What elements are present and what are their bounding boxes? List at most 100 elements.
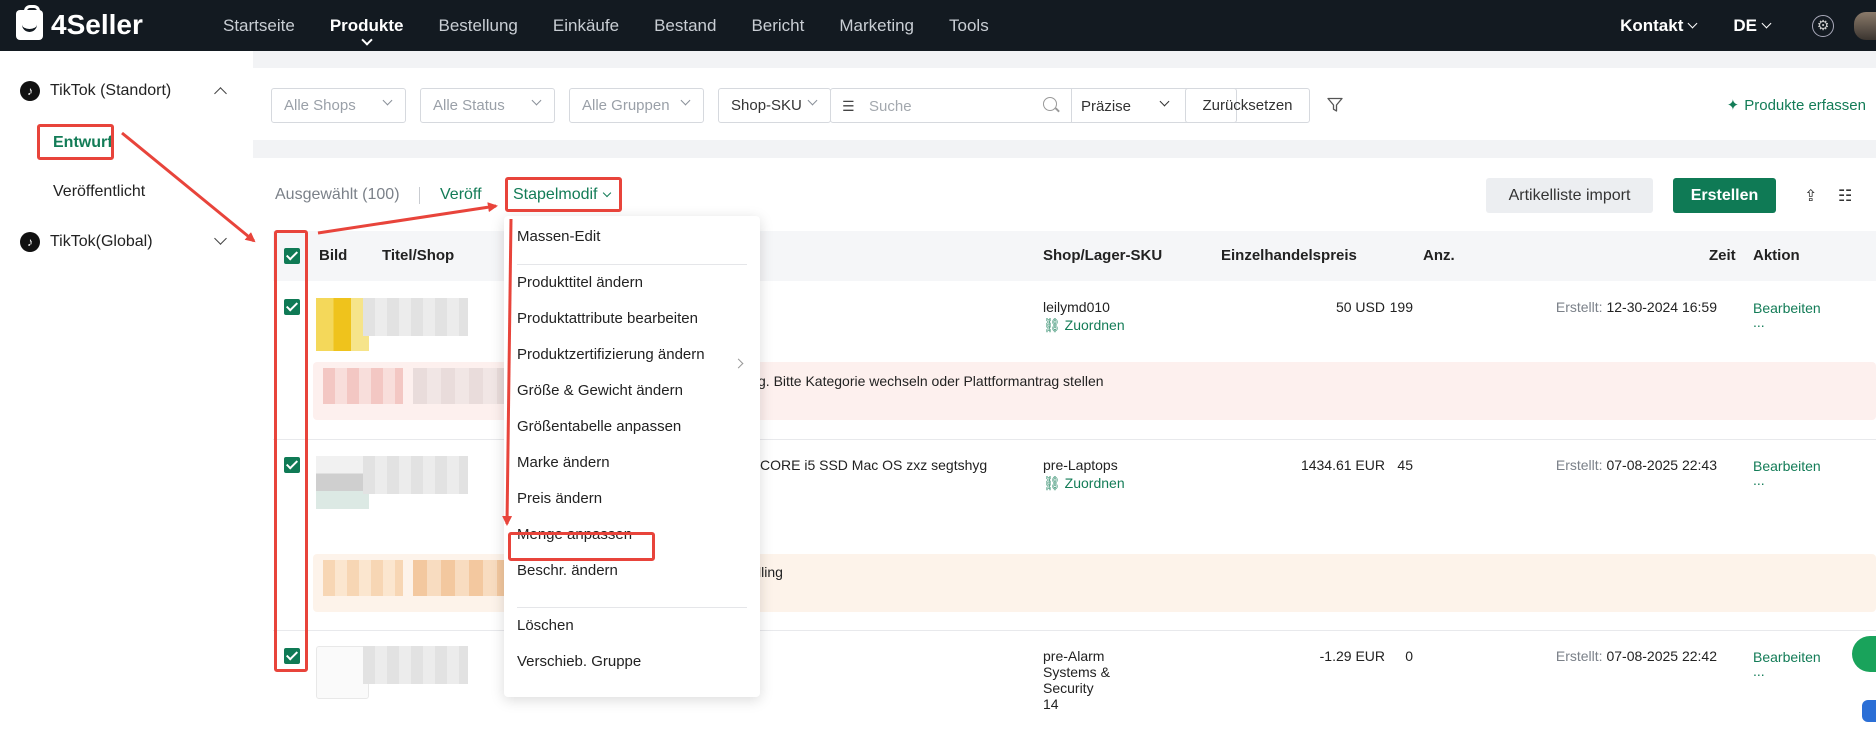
shop-select[interactable]: Alle Shops [271, 88, 406, 123]
create-button[interactable]: Erstellen [1673, 178, 1776, 213]
product-panel: Ausgewählt (100) Veröff Stapelmodif Arti… [253, 158, 1876, 729]
row-sku: leilymd010 [1043, 299, 1110, 315]
sidebar-item-veroeffentlicht[interactable]: Veröffentlicht [53, 183, 145, 201]
group-select[interactable]: Alle Gruppen [569, 88, 704, 123]
menu-item-product-title[interactable]: Produkttitel ändern [517, 274, 643, 291]
sidebar-group-label: TikTok (Standort) [50, 82, 172, 99]
import-button[interactable]: Artikelliste import [1486, 178, 1653, 213]
created-label: Erstellt: [1555, 299, 1603, 315]
status-select-value: Alle Status [433, 97, 505, 114]
language-label: DE [1733, 15, 1757, 35]
toolbar-divider [419, 187, 420, 204]
assistant-icon[interactable] [1862, 700, 1876, 722]
product-thumbnail [316, 298, 369, 351]
more-actions[interactable]: ... [1753, 314, 1765, 330]
avatar[interactable] [1854, 11, 1876, 40]
sku-line: pre-Alarm [1043, 648, 1105, 664]
chevron-up-icon [214, 87, 227, 100]
product-thumbnail [316, 646, 369, 699]
tiktok-icon: ♪ [20, 81, 40, 101]
capture-products-button[interactable]: ✦ Produkte erfassen [1726, 96, 1866, 115]
menu-item-certification[interactable]: Produktzertifizierung ändern [517, 346, 705, 363]
menu-item-brand[interactable]: Marke ändern [517, 454, 610, 471]
more-actions[interactable]: ... [1753, 663, 1765, 679]
language-menu[interactable]: DE [1733, 15, 1772, 36]
shop-select-value: Alle Shops [284, 97, 356, 114]
menu-item-move-group[interactable]: Verschieb. Gruppe [517, 653, 641, 670]
nav-einkaeufe[interactable]: Einkäufe [553, 0, 619, 51]
menu-item-size-weight[interactable]: Größe & Gewicht ändern [517, 382, 683, 399]
header-title: Titel/Shop [382, 247, 455, 264]
tiktok-icon: ♪ [20, 232, 40, 252]
menu-item-size-chart[interactable]: Größentabelle anpassen [517, 418, 681, 435]
chevron-down-icon [1687, 18, 1698, 29]
nav-marketing[interactable]: Marketing [839, 0, 914, 51]
created-time: 07-08-2025 22:43 [1606, 457, 1717, 473]
chevron-right-icon [733, 358, 744, 369]
menu-divider [517, 264, 747, 265]
nav-bestand[interactable]: Bestand [654, 0, 716, 51]
sku-line: 14 [1043, 696, 1059, 712]
nav-bestellung[interactable]: Bestellung [439, 0, 518, 51]
sidebar-group-tiktok-global[interactable]: ♪ TikTok(Global) [20, 232, 227, 252]
contact-menu[interactable]: Kontakt [1620, 15, 1698, 36]
app-logo[interactable]: 4Seller [16, 5, 143, 41]
nav-produkte[interactable]: Produkte [330, 0, 404, 51]
menu-item-price[interactable]: Preis ändern [517, 490, 602, 507]
warning-blurred [323, 560, 403, 596]
publish-button[interactable]: Veröff [440, 186, 482, 204]
menu-item-delete[interactable]: Löschen [517, 617, 574, 634]
menu-item-mass-edit[interactable]: Massen-Edit [517, 228, 600, 245]
warning-text: lling [758, 564, 783, 580]
reset-button[interactable]: Zurücksetzen [1185, 88, 1310, 123]
product-thumbnail [316, 456, 369, 509]
filter-icon[interactable] [1327, 97, 1343, 113]
nav-tools[interactable]: Tools [949, 0, 989, 51]
gear-icon[interactable]: ⚙ [1812, 14, 1834, 37]
header-action: Aktion [1753, 247, 1800, 264]
sku-line: Security [1043, 680, 1094, 696]
sparkle-icon: ✦ [1726, 97, 1740, 114]
sidebar-group-label: TikTok(Global) [50, 233, 153, 250]
search-field[interactable]: ☰ Suche Präzise [830, 88, 1237, 123]
precision-select[interactable]: Präzise [1081, 96, 1170, 115]
menu-item-description[interactable]: Beschr. ändern [517, 562, 618, 579]
created-time: 12-30-2024 16:59 [1606, 299, 1717, 315]
link-icon: ⛓ [1043, 475, 1061, 491]
sidebar-group-tiktok-standort[interactable]: ♪ TikTok (Standort) [20, 81, 227, 101]
header-image: Bild [319, 247, 348, 264]
export-icon[interactable]: ⇪ [1804, 186, 1822, 205]
group-select-value: Alle Gruppen [582, 97, 670, 114]
map-link-label: Zuordnen [1064, 475, 1125, 491]
menu-item-product-attributes[interactable]: Produktattribute bearbeiten [517, 310, 698, 327]
more-actions[interactable]: ... [1753, 472, 1765, 488]
search-icon[interactable] [1043, 97, 1057, 111]
row-sku: pre-Alarm Systems & Security 14 [1043, 648, 1110, 712]
column-settings-icon[interactable]: ☷ [1838, 186, 1856, 205]
filter-bar: Alle Shops Alle Status Alle Gruppen Shop… [253, 68, 1876, 140]
chevron-down-icon [807, 95, 818, 106]
top-right-controls: Kontakt DE ⚙ [1620, 0, 1876, 51]
map-link[interactable]: ⛓ Zuordnen [1043, 475, 1125, 492]
precision-value: Präzise [1081, 98, 1132, 115]
annotation-box-checkboxes [274, 230, 308, 672]
chevron-down-icon [1159, 96, 1170, 107]
sku-line: Systems & [1043, 664, 1110, 680]
search-list-icon: ☰ [842, 98, 855, 114]
search-input[interactable]: Suche [869, 98, 912, 115]
row-sku: pre-Laptops [1043, 457, 1118, 473]
header-qty: Anz. [1423, 247, 1455, 264]
annotation-box-batch-edit [505, 177, 622, 212]
nav-startseite[interactable]: Startseite [223, 0, 295, 51]
chevron-down-icon [531, 95, 542, 106]
header-sku: Shop/Lager-SKU [1043, 247, 1163, 264]
contact-label: Kontakt [1620, 15, 1684, 35]
map-link[interactable]: ⛓ Zuordnen [1043, 317, 1125, 334]
status-select[interactable]: Alle Status [420, 88, 555, 123]
map-link-label: Zuordnen [1064, 317, 1125, 333]
created-time: 07-08-2025 22:42 [1606, 648, 1717, 664]
sku-type-select[interactable]: Shop-SKU [718, 88, 831, 123]
selected-count: Ausgewählt (100) [275, 186, 400, 203]
created-label: Erstellt: [1555, 457, 1603, 473]
nav-bericht[interactable]: Bericht [751, 0, 804, 51]
